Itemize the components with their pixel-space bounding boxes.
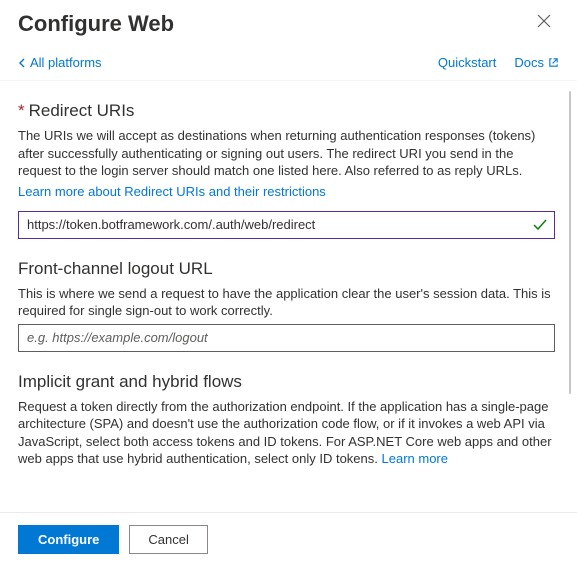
scrollbar[interactable] [569, 91, 571, 512]
back-all-platforms-link[interactable]: All platforms [18, 55, 102, 70]
back-link-label: All platforms [30, 55, 102, 70]
implicit-grant-section: Implicit grant and hybrid flows Request … [18, 372, 555, 468]
quickstart-link[interactable]: Quickstart [438, 55, 497, 70]
close-icon [537, 14, 551, 28]
docs-link-label: Docs [514, 55, 544, 70]
logout-url-title: Front-channel logout URL [18, 259, 555, 279]
logout-url-input[interactable] [18, 324, 555, 352]
required-star-icon: * [18, 101, 25, 120]
redirect-uris-section: *Redirect URIs The URIs we will accept a… [18, 101, 555, 239]
docs-link[interactable]: Docs [514, 55, 559, 70]
redirect-uris-desc: The URIs we will accept as destinations … [18, 127, 555, 180]
implicit-grant-learn-more-link[interactable]: Learn more [382, 451, 448, 466]
logout-url-section: Front-channel logout URL This is where w… [18, 259, 555, 352]
check-icon [533, 219, 547, 231]
page-title: Configure Web [18, 11, 174, 37]
chevron-left-icon [18, 58, 26, 68]
divider [0, 80, 577, 81]
redirect-uris-title: *Redirect URIs [18, 101, 555, 121]
close-button[interactable] [529, 10, 559, 37]
redirect-uri-input[interactable] [18, 211, 555, 239]
redirect-uris-learn-more-link[interactable]: Learn more about Redirect URIs and their… [18, 184, 326, 199]
implicit-grant-title: Implicit grant and hybrid flows [18, 372, 555, 392]
logout-url-desc: This is where we send a request to have … [18, 285, 555, 320]
external-link-icon [548, 57, 559, 68]
scrollbar-thumb[interactable] [569, 91, 571, 394]
implicit-grant-desc: Request a token directly from the author… [18, 398, 555, 468]
configure-button[interactable]: Configure [18, 525, 119, 554]
cancel-button[interactable]: Cancel [129, 525, 207, 554]
